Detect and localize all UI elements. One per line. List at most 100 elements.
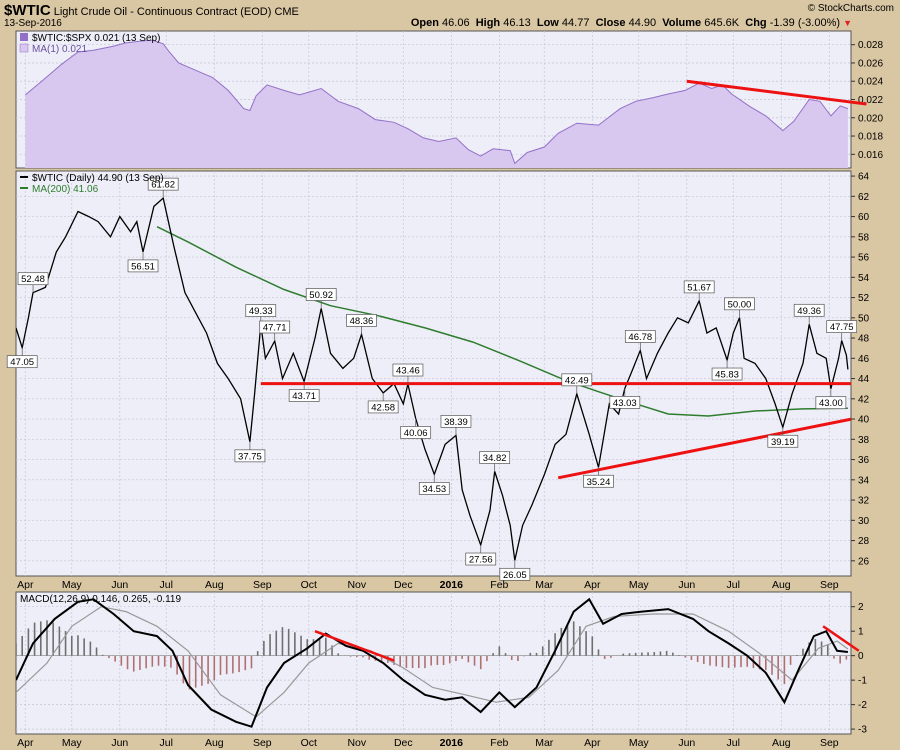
macd-histogram-bar bbox=[411, 655, 414, 669]
macd-histogram-bar bbox=[95, 647, 98, 656]
x-tick-label: Jul bbox=[160, 737, 173, 749]
macd-histogram-bar bbox=[16, 643, 17, 656]
price-label-text: 56.51 bbox=[131, 261, 155, 272]
price-label-text: 43.71 bbox=[292, 391, 316, 402]
macd-histogram-bar bbox=[591, 636, 594, 656]
macd-histogram-bar bbox=[665, 650, 668, 656]
macd-histogram-bar bbox=[535, 652, 538, 656]
price-label-text: 45.83 bbox=[715, 370, 739, 381]
macd-histogram-bar bbox=[182, 655, 185, 684]
x-tick-label: Sep bbox=[820, 579, 839, 591]
macd-histogram-bar bbox=[566, 624, 569, 656]
macd-histogram-bar bbox=[58, 626, 61, 656]
macd-histogram-bar bbox=[219, 655, 222, 675]
macd-histogram-bar bbox=[548, 639, 550, 656]
price-legend: $WTIC (Daily) 44.90 (13 Sep) bbox=[32, 173, 164, 184]
price-ytick-label: 38 bbox=[858, 435, 870, 446]
price-ytick-label: 56 bbox=[858, 253, 870, 264]
macd-histogram-bar bbox=[108, 655, 110, 659]
macd-ytick-label: -3 bbox=[858, 725, 867, 736]
macd-histogram-bar bbox=[572, 621, 575, 656]
price-ytick-label: 30 bbox=[858, 516, 870, 527]
macd-histogram-bar bbox=[634, 652, 637, 656]
macd-histogram-bar bbox=[399, 655, 401, 667]
macd-histogram-bar bbox=[783, 655, 786, 685]
price-ytick-label: 40 bbox=[858, 415, 870, 426]
price-label-text: 49.36 bbox=[797, 306, 821, 317]
macd-histogram-bar bbox=[597, 649, 600, 656]
macd-histogram-bar bbox=[529, 652, 532, 656]
macd-histogram-bar bbox=[163, 655, 166, 667]
price-label-text: 43.03 bbox=[613, 398, 637, 409]
macd-histogram-bar bbox=[442, 655, 445, 666]
macd-histogram-bar bbox=[734, 655, 736, 668]
macd-histogram-bar bbox=[89, 641, 92, 656]
macd-histogram-bar bbox=[39, 621, 42, 656]
x-tick-label: Aug bbox=[205, 579, 224, 591]
macd-histogram-bar bbox=[610, 655, 612, 658]
price-label-text: 46.78 bbox=[628, 332, 652, 343]
price-label-text: 42.58 bbox=[371, 402, 395, 413]
x-tick-label: May bbox=[62, 737, 83, 749]
macd-histogram-bar bbox=[232, 655, 234, 674]
macd-histogram-bar bbox=[603, 655, 606, 659]
x-tick-label: Feb bbox=[490, 737, 508, 749]
macd-ytick-label: 0 bbox=[858, 651, 864, 662]
x-tick-label: 2016 bbox=[440, 579, 464, 591]
macd-histogram-bar bbox=[461, 655, 463, 659]
price-ytick-label: 62 bbox=[858, 192, 870, 203]
x-tick-label: Jun bbox=[111, 579, 128, 591]
macd-legend: MACD(12,26,9) 0.146, 0.265, -0.119 bbox=[20, 594, 181, 605]
macd-histogram-bar bbox=[120, 655, 123, 666]
price-ytick-label: 26 bbox=[858, 556, 870, 567]
macd-histogram-bar bbox=[33, 622, 36, 656]
x-tick-label: Aug bbox=[772, 579, 791, 591]
x-tick-label: Apr bbox=[17, 737, 34, 749]
macd-histogram-bar bbox=[337, 653, 340, 656]
macd-histogram-bar bbox=[820, 641, 823, 656]
macd-histogram-bar bbox=[789, 655, 792, 665]
x-tick-label: May bbox=[62, 579, 83, 591]
macd-histogram-bar bbox=[541, 646, 544, 656]
ratio-ma-legend: MA(1) 0.021 bbox=[32, 44, 87, 55]
macd-histogram-bar bbox=[727, 655, 730, 668]
macd-histogram-bar bbox=[579, 626, 581, 656]
price-ytick-label: 42 bbox=[858, 394, 870, 405]
price-ytick-label: 64 bbox=[858, 172, 870, 183]
x-tick-label: Mar bbox=[535, 737, 554, 749]
macd-histogram-bar bbox=[287, 628, 290, 656]
x-tick-label: Aug bbox=[772, 737, 791, 749]
macd-histogram-bar bbox=[157, 655, 160, 666]
ratio-ytick-label: 0.016 bbox=[858, 150, 883, 161]
price-label-text: 43.46 bbox=[396, 366, 420, 377]
price-label-text: 47.75 bbox=[830, 322, 854, 333]
macd-histogram-bar bbox=[188, 655, 191, 690]
macd-histogram-bar bbox=[83, 638, 85, 656]
macd-histogram-bar bbox=[653, 652, 656, 656]
price-ytick-label: 54 bbox=[858, 273, 870, 284]
macd-histogram-bar bbox=[405, 655, 408, 668]
ma200-legend: MA(200) 41.06 bbox=[32, 184, 99, 195]
price-ytick-label: 52 bbox=[858, 293, 870, 304]
macd-histogram-bar bbox=[715, 655, 718, 667]
price-ytick-label: 60 bbox=[858, 212, 870, 223]
price-ytick-label: 46 bbox=[858, 354, 870, 365]
x-tick-label: Dec bbox=[394, 737, 413, 749]
price-ytick-label: 32 bbox=[858, 496, 870, 507]
macd-histogram-bar bbox=[622, 653, 625, 656]
macd-histogram-bar bbox=[325, 637, 327, 656]
price-ytick-label: 50 bbox=[858, 313, 870, 324]
x-tick-label: May bbox=[629, 579, 650, 591]
macd-histogram-bar bbox=[312, 639, 315, 656]
x-tick-label: Apr bbox=[584, 579, 601, 591]
price-label-text: 34.53 bbox=[422, 484, 446, 495]
price-label-text: 47.05 bbox=[10, 357, 34, 368]
ratio-ma-legend-swatch bbox=[19, 43, 29, 53]
macd-histogram-bar bbox=[504, 653, 507, 656]
macd-histogram-bar bbox=[139, 655, 141, 670]
macd-histogram-bar bbox=[213, 655, 216, 681]
macd-histogram-bar bbox=[294, 632, 296, 656]
macd-histogram-bar bbox=[585, 631, 587, 656]
price-label-text: 27.56 bbox=[469, 555, 493, 566]
macd-histogram-bar bbox=[845, 655, 848, 660]
